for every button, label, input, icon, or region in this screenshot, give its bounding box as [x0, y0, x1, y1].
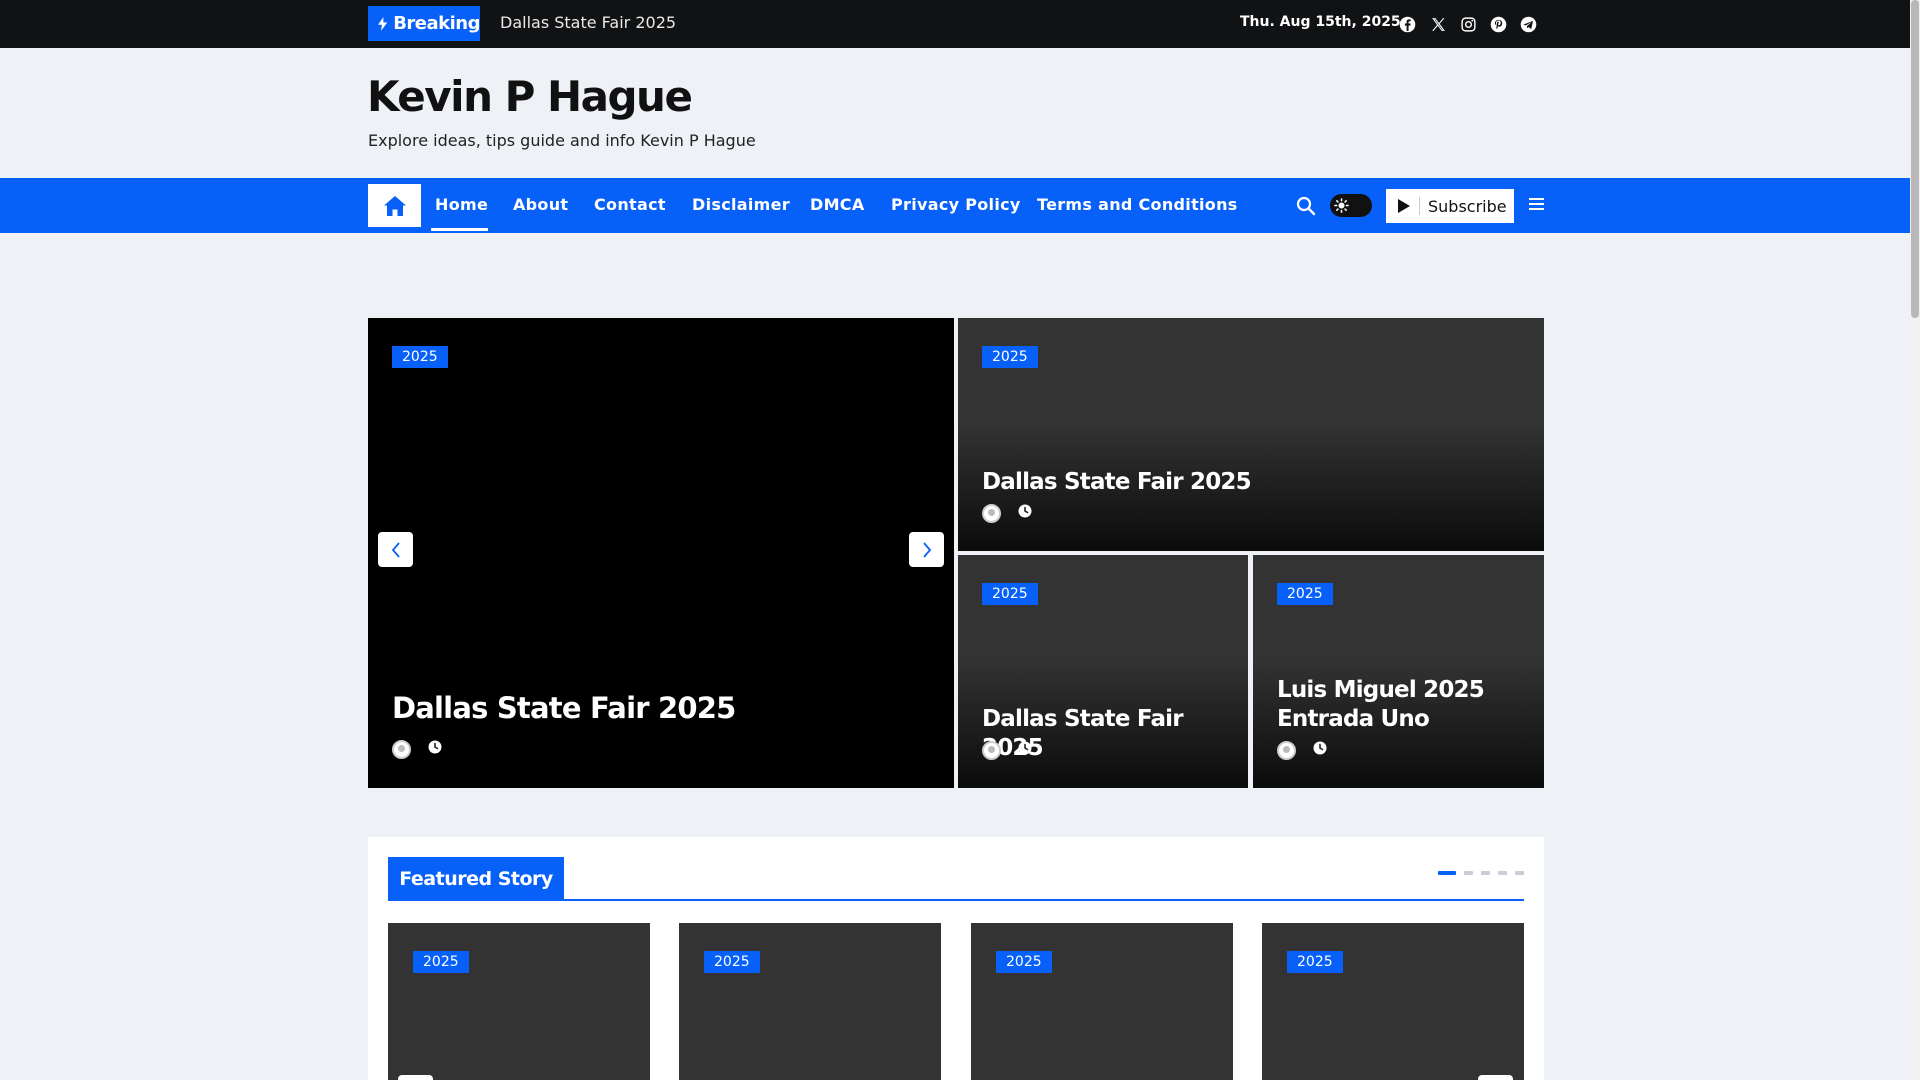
instagram-icon[interactable] — [1457, 13, 1479, 35]
category-badge[interactable]: 2025 — [982, 346, 1038, 368]
breaking-news-link[interactable]: Dallas State Fair 2025 — [500, 13, 676, 32]
featured-header: Featured Story — [388, 857, 1524, 901]
scrollbar-thumb[interactable] — [1911, 0, 1919, 318]
clock-icon — [1313, 741, 1327, 754]
post-title[interactable]: Dallas State Fair 2025 — [392, 690, 736, 726]
chevron-right-icon — [922, 541, 931, 558]
facebook-icon[interactable] — [1396, 13, 1418, 35]
pagination-dot[interactable] — [1464, 871, 1473, 875]
author-avatar[interactable] — [982, 741, 1001, 760]
category-badge[interactable]: 2025 — [704, 951, 760, 973]
breaking-badge: Breaking — [368, 6, 480, 41]
category-badge[interactable]: 2025 — [413, 951, 469, 973]
nav-item-privacy-policy[interactable]: Privacy Policy — [891, 195, 1021, 214]
breaking-label: Breaking — [393, 13, 480, 34]
nav-item-dmca[interactable]: DMCA — [810, 195, 865, 214]
featured-prev-button[interactable] — [398, 1075, 433, 1080]
category-badge[interactable]: 2025 — [982, 583, 1038, 605]
pagination-dot[interactable] — [1481, 871, 1490, 875]
slider-prev-button[interactable] — [378, 532, 413, 567]
featured-card[interactable]: 2025 — [388, 923, 650, 1080]
category-badge[interactable]: 2025 — [392, 346, 448, 368]
featured-card[interactable]: 2025 — [679, 923, 941, 1080]
post-title[interactable]: Dallas State Fair 2025 — [982, 468, 1252, 497]
clock-icon — [1018, 741, 1032, 754]
featured-story-section: Featured Story 2025 2025 2025 2025 — [368, 837, 1544, 1080]
site-title[interactable]: Kevin P Hague — [367, 72, 693, 121]
category-badge[interactable]: 2025 — [1287, 951, 1343, 973]
post-meta — [982, 741, 1032, 760]
top-bar: Breaking Dallas State Fair 2025 Thu. Aug… — [0, 0, 1910, 48]
post-meta — [1277, 741, 1327, 760]
sun-icon — [1333, 197, 1350, 214]
section-title: Featured Story — [388, 857, 564, 901]
hamburger-menu-icon[interactable] — [1528, 196, 1546, 212]
lightning-icon — [378, 16, 388, 31]
chevron-left-icon — [391, 541, 400, 558]
nav-item-terms[interactable]: Terms and Conditions — [1037, 195, 1238, 214]
x-icon[interactable] — [1427, 13, 1449, 35]
pagination-dot[interactable] — [1515, 871, 1524, 875]
featured-next-button[interactable] — [1478, 1075, 1513, 1080]
carousel-pagination — [1430, 871, 1524, 875]
main-navigation: Home About Contact Disclaimer DMCA Priva… — [0, 178, 1910, 233]
nav-item-home[interactable]: Home — [435, 195, 488, 214]
slider-next-button[interactable] — [909, 532, 944, 567]
author-avatar[interactable] — [1277, 741, 1296, 760]
page-scrollbar[interactable] — [1910, 0, 1920, 1080]
featured-card[interactable]: 2025 — [1262, 923, 1524, 1080]
current-date: Thu. Aug 15th, 2025 — [1240, 14, 1401, 30]
category-badge[interactable]: 2025 — [1277, 583, 1333, 605]
nav-item-disclaimer[interactable]: Disclaimer — [692, 195, 790, 214]
active-nav-indicator — [431, 228, 488, 231]
category-badge[interactable]: 2025 — [996, 951, 1052, 973]
pagination-dot[interactable] — [1438, 871, 1456, 875]
hero-top-right-card[interactable]: 2025 Dallas State Fair 2025 — [958, 318, 1544, 551]
hero-bottom-right-card[interactable]: 2025 Luis Miguel 2025 Entrada Uno — [1253, 555, 1544, 788]
post-meta — [392, 740, 442, 759]
hero-main-slide[interactable]: 2025 Dallas State Fair 2025 — [368, 318, 954, 788]
pagination-dot[interactable] — [1498, 871, 1507, 875]
post-title[interactable]: Luis Miguel 2025 Entrada Uno — [1277, 676, 1485, 734]
featured-card[interactable]: 2025 — [971, 923, 1233, 1080]
nav-item-about[interactable]: About — [513, 195, 568, 214]
home-icon[interactable] — [368, 184, 421, 227]
clock-icon — [428, 740, 442, 753]
pinterest-icon[interactable] — [1487, 13, 1509, 35]
subscribe-button[interactable]: Subscribe — [1386, 189, 1514, 223]
nav-item-contact[interactable]: Contact — [594, 195, 666, 214]
post-meta — [982, 504, 1032, 523]
dark-mode-toggle[interactable] — [1330, 194, 1372, 217]
hero-bottom-left-card[interactable]: 2025 Dallas State Fair 2025 — [958, 555, 1248, 788]
clock-icon — [1018, 504, 1032, 517]
subscribe-label: Subscribe — [1428, 196, 1507, 216]
author-avatar[interactable] — [392, 740, 411, 759]
telegram-icon[interactable] — [1517, 13, 1539, 35]
site-tagline: Explore ideas, tips guide and info Kevin… — [368, 131, 756, 150]
author-avatar[interactable] — [982, 504, 1001, 523]
play-icon — [1398, 199, 1410, 213]
search-icon[interactable] — [1296, 196, 1316, 216]
